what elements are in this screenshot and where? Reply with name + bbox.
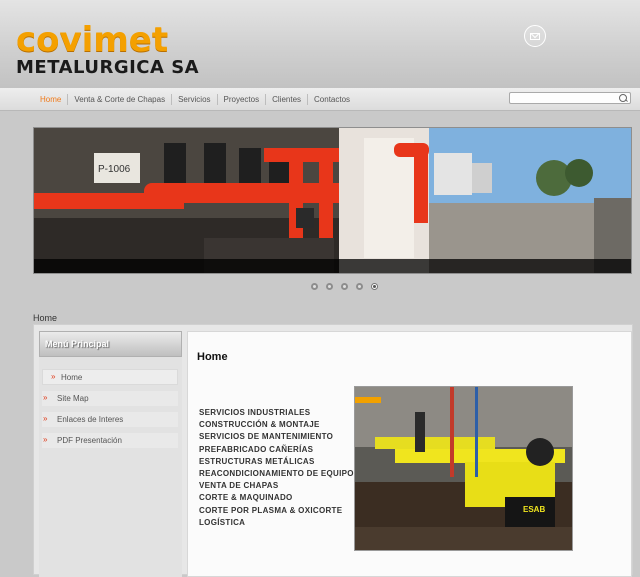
list-item: CONSTRUCCIÓN & MONTAJE xyxy=(199,420,320,430)
nav-venta-corte-chapas[interactable]: Venta & Corte de Chapas xyxy=(68,95,171,104)
slider-image: P-1006 xyxy=(34,128,631,273)
sidebar-item-pdf[interactable]: » PDF Presentación xyxy=(42,433,178,448)
mail-icon[interactable] xyxy=(524,25,546,47)
double-arrow-icon: » xyxy=(43,435,48,444)
list-item: SERVICIOS DE MANTENIMIENTO xyxy=(199,432,334,442)
sidebar-item-site-map[interactable]: » Site Map xyxy=(42,391,178,406)
content-area: Menú Principal » Home » Site Map » Enlac… xyxy=(33,324,633,577)
double-arrow-icon: » xyxy=(43,393,48,402)
list-item: REACONDICIONAMIENTO DE EQUIPOS xyxy=(199,468,360,478)
search-input[interactable] xyxy=(509,92,631,104)
nav-contactos[interactable]: Contactos xyxy=(308,95,356,104)
logo-subtitle: METALURGICA SA xyxy=(16,57,200,78)
main-content: Home SERVICIOS INDUSTRIALES CONSTRUCCIÓN… xyxy=(187,331,632,577)
list-item: CORTE POR PLASMA & OXICORTE xyxy=(199,505,343,515)
breadcrumb[interactable]: Home xyxy=(33,313,57,323)
slider-pagination xyxy=(311,283,378,290)
sidebar-item-label: Enlaces de Interes xyxy=(57,415,124,424)
nav-home[interactable]: Home xyxy=(34,95,67,104)
sidebar-item-home[interactable]: » Home xyxy=(42,369,178,385)
double-arrow-icon: » xyxy=(51,372,56,381)
logo-covimet[interactable]: covimet xyxy=(16,22,168,58)
sidebar: Menú Principal » Home » Site Map » Enlac… xyxy=(39,331,182,577)
slider-dot-5[interactable] xyxy=(371,283,378,290)
slider-dot-4[interactable] xyxy=(356,283,363,290)
cutting-machine-photo: ESAB xyxy=(354,386,573,551)
list-item: SERVICIOS INDUSTRIALES xyxy=(199,408,311,417)
list-item: LOGÍSTICA xyxy=(199,517,246,527)
slider-caption-bar xyxy=(34,259,631,273)
site-header: covimet METALURGICA SA xyxy=(0,0,640,88)
slider-dot-2[interactable] xyxy=(326,283,333,290)
sidebar-item-label: PDF Presentación xyxy=(57,436,122,445)
hero-slider[interactable]: P-1006 xyxy=(33,127,632,274)
search-icon[interactable] xyxy=(619,94,627,102)
list-item: ESTRUCTURAS METÁLICAS xyxy=(199,456,315,466)
double-arrow-icon: » xyxy=(43,414,48,423)
slider-dot-3[interactable] xyxy=(341,283,348,290)
slider-dot-1[interactable] xyxy=(311,283,318,290)
list-item: PREFABRICADO CAÑERÍAS xyxy=(199,444,314,454)
svg-text:P-1006: P-1006 xyxy=(98,164,131,175)
nav-proyectos[interactable]: Proyectos xyxy=(218,95,266,104)
services-list: SERVICIOS INDUSTRIALES CONSTRUCCIÓN & MO… xyxy=(199,407,359,529)
list-item: VENTA DE CHAPAS xyxy=(199,481,279,491)
nav-servicios[interactable]: Servicios xyxy=(172,95,216,104)
sidebar-title: Menú Principal xyxy=(45,339,110,349)
sidebar-item-enlaces[interactable]: » Enlaces de Interes xyxy=(42,412,178,427)
list-item: CORTE & MAQUINADO xyxy=(199,493,293,503)
page-title: Home xyxy=(197,351,228,363)
sidebar-header: Menú Principal xyxy=(39,331,182,357)
machine-brand: ESAB xyxy=(523,505,545,514)
nav-clientes[interactable]: Clientes xyxy=(266,95,307,104)
sidebar-item-label: Site Map xyxy=(57,394,89,403)
sidebar-item-label: Home xyxy=(61,373,83,382)
